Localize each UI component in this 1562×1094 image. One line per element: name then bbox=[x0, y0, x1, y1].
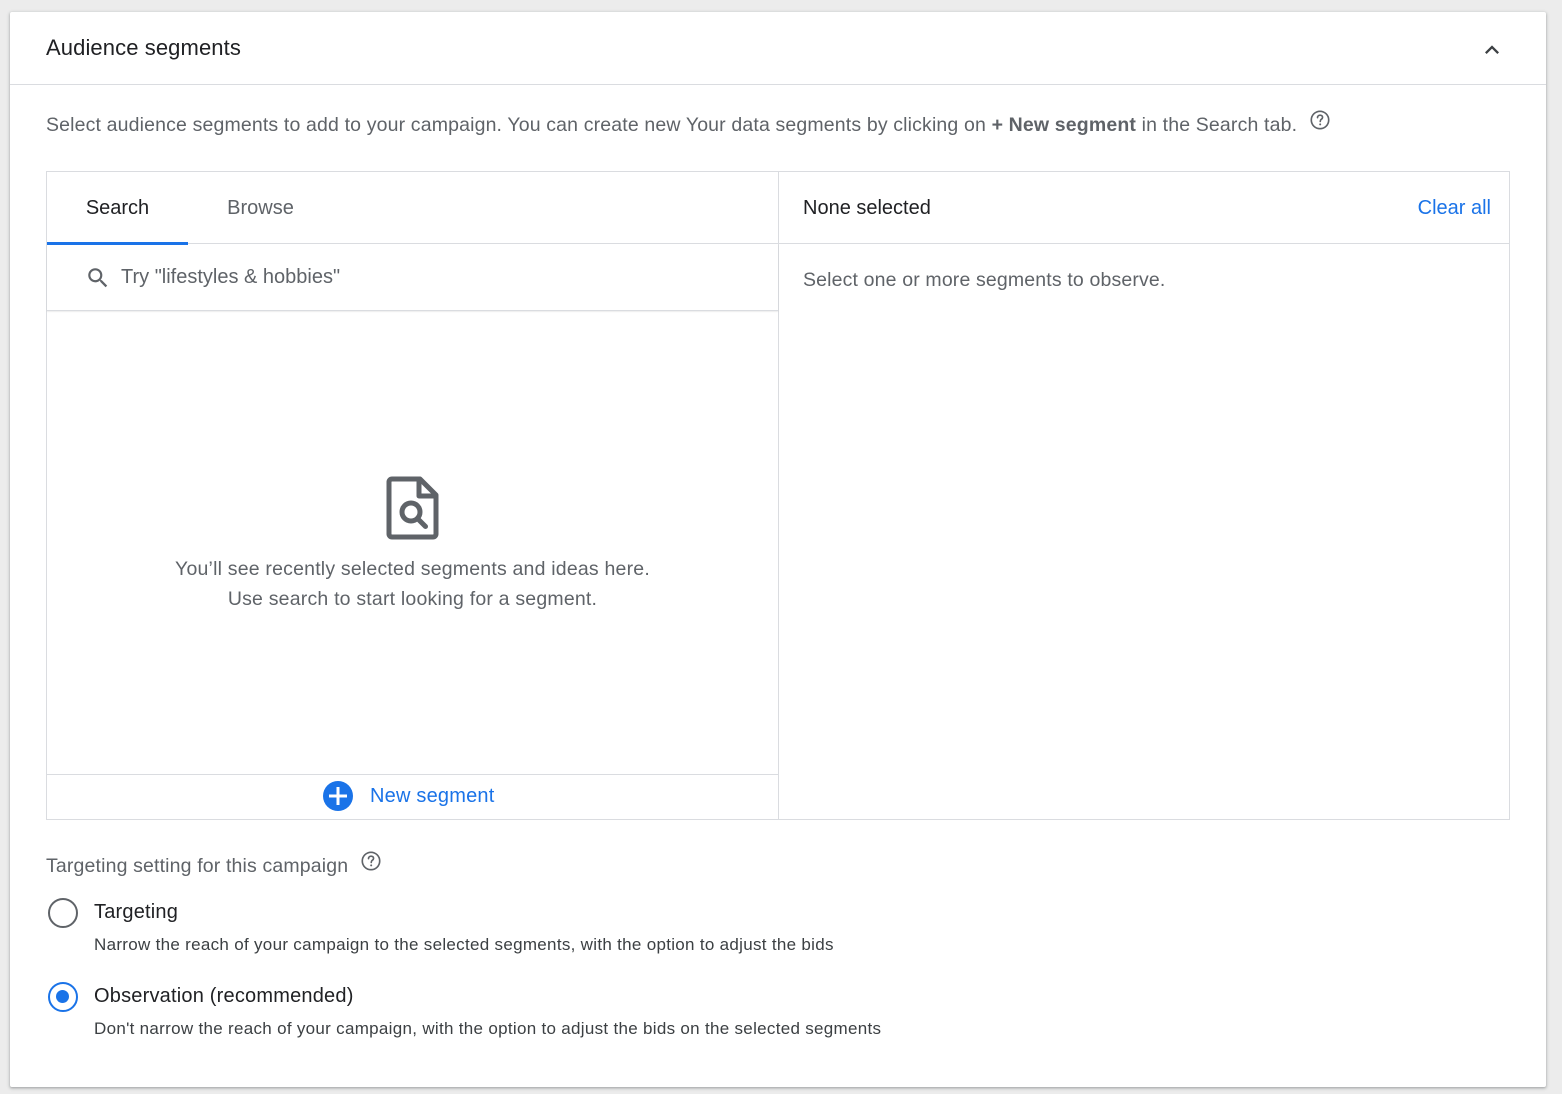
selected-count: None selected bbox=[803, 197, 931, 219]
audience-segments-card: Audience segments Select audience segmen… bbox=[10, 12, 1546, 1087]
help-circle-icon[interactable] bbox=[1309, 109, 1331, 137]
new-segment-row: New segment bbox=[47, 774, 778, 819]
observation-option[interactable]: Observation (recommended) Don't narrow t… bbox=[46, 979, 1046, 1045]
search-icon bbox=[88, 268, 108, 288]
card-title: Audience segments bbox=[46, 35, 241, 60]
add-circle-icon bbox=[323, 781, 353, 811]
targeting-option-description: Narrow the reach of your campaign to the… bbox=[94, 935, 834, 954]
search-input[interactable] bbox=[121, 260, 741, 294]
empty-state-line-2: Use search to start looking for a segmen… bbox=[227, 588, 598, 610]
empty-state-line-1: You’ll see recently selected segments an… bbox=[175, 558, 650, 580]
tab-bar: Search Browse bbox=[47, 172, 778, 245]
targeting-option[interactable]: Targeting Narrow the reach of your campa… bbox=[46, 895, 1046, 961]
chevron-up-icon bbox=[1485, 45, 1499, 54]
intro-text-bold: + New segment bbox=[991, 114, 1137, 137]
help-circle-icon[interactable] bbox=[360, 850, 382, 878]
search-bar bbox=[47, 244, 778, 311]
targeting-radio[interactable] bbox=[48, 898, 78, 928]
targeting-option-label: Targeting bbox=[94, 901, 179, 923]
segment-search-pane: Search Browse You’ll see recently select… bbox=[47, 172, 779, 819]
new-segment-button[interactable]: New segment bbox=[322, 779, 494, 813]
intro-text-after: in the Search tab. bbox=[1141, 114, 1298, 137]
new-segment-label: New segment bbox=[370, 784, 495, 807]
selected-header: None selected Clear all bbox=[779, 172, 1509, 244]
observation-option-description: Don't narrow the reach of your campaign,… bbox=[94, 1019, 882, 1038]
tab-browse[interactable]: Browse bbox=[188, 172, 333, 244]
observation-option-label: Observation (recommended) bbox=[94, 985, 354, 1007]
observation-radio[interactable] bbox=[48, 982, 78, 1012]
collapse-button[interactable] bbox=[1472, 30, 1512, 70]
targeting-setting-label: Targeting setting for this campaign bbox=[46, 855, 349, 878]
selected-empty-text: Select one or more segments to observe. bbox=[803, 269, 1166, 291]
segment-picker: Search Browse You’ll see recently select… bbox=[46, 171, 1510, 820]
targeting-setting-title: Targeting setting for this campaign bbox=[46, 850, 382, 881]
selected-segments-pane: None selected Clear all Select one or mo… bbox=[779, 172, 1509, 819]
intro-text-before: Select audience segments to add to your … bbox=[46, 114, 986, 137]
clear-all-button[interactable]: Clear all bbox=[1418, 197, 1491, 220]
intro-text: Select audience segments to add to your … bbox=[46, 109, 1331, 140]
card-header: Audience segments bbox=[10, 12, 1546, 85]
empty-state: You’ll see recently selected segments an… bbox=[47, 312, 778, 774]
find-in-page-icon bbox=[386, 476, 439, 540]
tab-search[interactable]: Search bbox=[47, 172, 188, 245]
